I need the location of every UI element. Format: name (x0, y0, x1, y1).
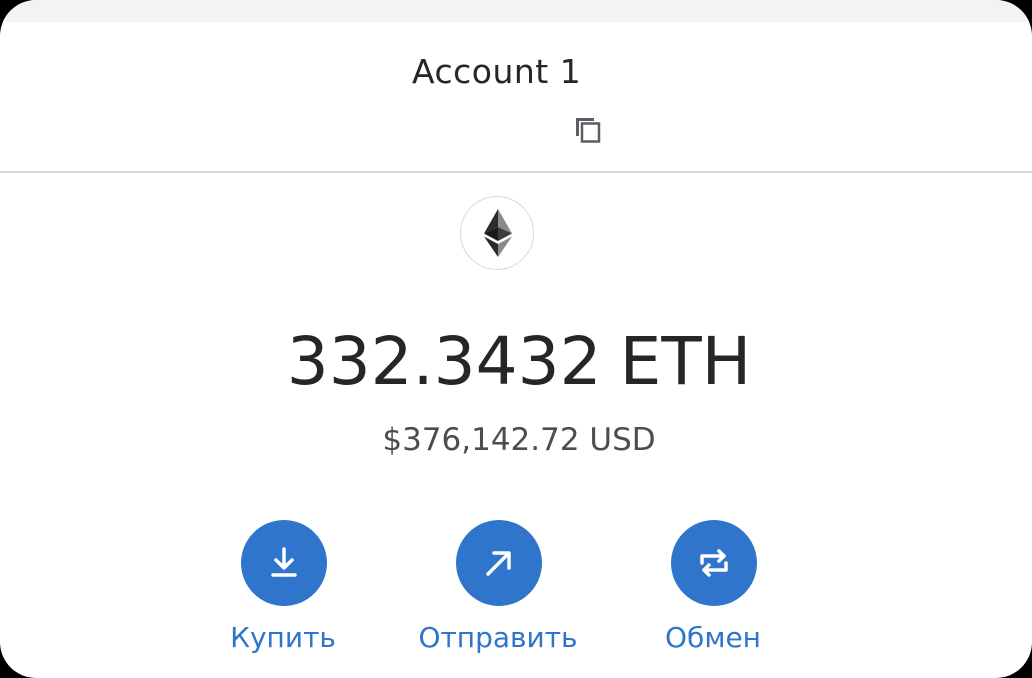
wallet-panel: Account 1 332.3432 ETH $376,142.72 USD К… (0, 0, 1032, 678)
token-balance: 332.3432 ETH (0, 320, 1032, 404)
top-strip (0, 0, 1032, 22)
balance-unit: ETH (619, 323, 752, 400)
buy-circle[interactable] (241, 520, 327, 606)
account-name[interactable]: Account 1 (412, 52, 581, 92)
balance-amount: 332.3432 (286, 323, 602, 400)
buy-button[interactable]: Купить (183, 520, 383, 670)
send-label[interactable]: Отправить (398, 620, 598, 656)
swap-label[interactable]: Обмен (613, 620, 813, 656)
send-circle[interactable] (456, 520, 542, 606)
copy-icon (570, 114, 606, 146)
fiat-balance: $376,142.72 USD (382, 422, 656, 458)
buy-label[interactable]: Купить (183, 620, 383, 656)
copy-address-button[interactable] (570, 114, 606, 146)
swap-circle[interactable] (671, 520, 757, 606)
ethereum-icon (460, 196, 534, 270)
account-header: Account 1 (0, 22, 1032, 173)
send-button[interactable]: Отправить (398, 520, 598, 670)
swap-button[interactable]: Обмен (613, 520, 813, 670)
